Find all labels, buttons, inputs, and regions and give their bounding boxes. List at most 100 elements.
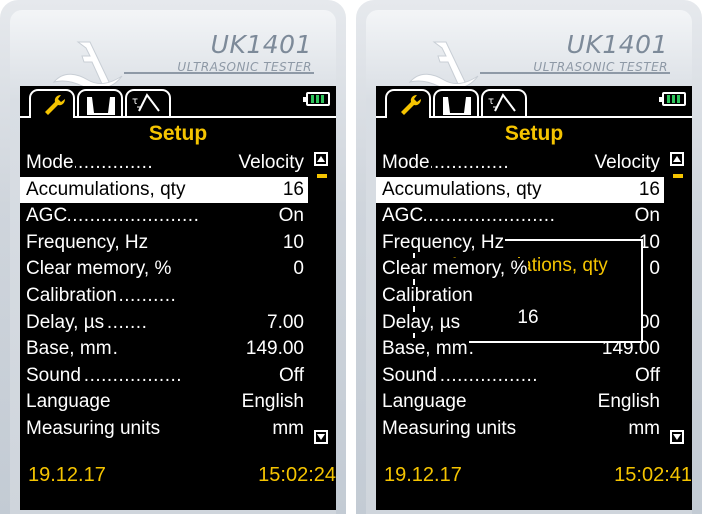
- scroll-down-button[interactable]: [314, 430, 328, 444]
- menu-item-delay[interactable]: .....................Delay, µs7.00: [20, 309, 308, 337]
- menu-label: Clear memory, %: [382, 258, 529, 280]
- menu-value: 16: [637, 176, 660, 204]
- menu-value: Off: [278, 362, 304, 390]
- menu-label: Sound: [382, 364, 438, 386]
- menu-label: Frequency, Hz: [26, 231, 150, 253]
- menu-label: Base, mm: [26, 338, 113, 360]
- menu-label: Clear memory, %: [26, 258, 173, 280]
- tab-baseline-gap: [387, 116, 429, 118]
- status-date: 19.12.17: [28, 464, 106, 486]
- time-probe-icon: τ: [488, 93, 516, 112]
- menu-value: mm: [627, 415, 660, 443]
- menu-label: Mode: [26, 152, 75, 173]
- wrench-icon: [401, 95, 421, 115]
- menu-item-accumulations[interactable]: ..........Accumulations, qty16: [376, 176, 664, 204]
- menu-value: 0: [648, 256, 660, 283]
- menu-label: Delay, µs: [26, 311, 106, 333]
- menu-item-clear-memory[interactable]: ............Clear memory, %0: [20, 256, 308, 283]
- status-bar: 19.12.17 15:02:41: [376, 460, 692, 490]
- lcd-screen: τ Setup ...................... Mode Veloci…: [20, 86, 336, 510]
- tab-bar: τ: [20, 86, 336, 118]
- menu-item-agc[interactable]: .............................. AGC On: [376, 203, 664, 230]
- scrollbar[interactable]: [314, 152, 330, 444]
- battery-icon: [659, 92, 686, 106]
- arrow-up-icon: [673, 156, 681, 162]
- device-left: UK1401 ULTRASONIC TESTER τ Setup .......…: [0, 0, 346, 514]
- svg-text:τ: τ: [132, 96, 138, 107]
- menu-item-sound[interactable]: ........................... Sound Off: [20, 362, 308, 390]
- menu-label: Sound: [26, 364, 82, 386]
- menu-value: 7.00: [266, 309, 304, 337]
- menu-value: 16: [281, 176, 304, 204]
- menu-item-mode[interactable]: ...................... Mode Velocity: [376, 150, 664, 177]
- menu-value: Velocity: [237, 150, 304, 177]
- tab-time-probe[interactable]: τ: [125, 89, 171, 117]
- setup-menu: ......................ModeVelocity .....…: [20, 150, 308, 443]
- brand-block: UK1401 ULTRASONIC TESTER: [533, 30, 668, 75]
- menu-label: AGC: [26, 205, 69, 227]
- menu-label: Calibration: [382, 284, 474, 306]
- menu-label: Delay, µs: [382, 311, 462, 333]
- menu-item-agc[interactable]: .............................. AGC On: [20, 203, 308, 230]
- scroll-up-button[interactable]: [314, 152, 328, 166]
- scroll-thumb[interactable]: [317, 174, 327, 178]
- waveform-icon: [443, 97, 471, 115]
- tab-waveform[interactable]: [433, 89, 479, 117]
- status-date: 19.12.17: [384, 464, 462, 486]
- menu-label: Frequency, Hz: [382, 231, 506, 253]
- scroll-up-button[interactable]: [670, 152, 684, 166]
- menu-label: Base, mm: [382, 338, 469, 360]
- status-time: 15:02:41: [614, 464, 692, 486]
- scrollbar[interactable]: [670, 152, 686, 444]
- status-bar: 19.12.17 15:02:24: [20, 460, 336, 490]
- lcd-screen: τ Setup ...................... Mode Veloci…: [376, 86, 692, 510]
- arrow-up-icon: [317, 156, 325, 162]
- wrench-icon: [45, 95, 65, 115]
- menu-item-measuring-units[interactable]: ...........Measuring unitsmm: [20, 415, 308, 443]
- menu-item-measuring-units[interactable]: ...........Measuring unitsmm: [376, 415, 664, 443]
- brand-logo-icon: [52, 41, 123, 90]
- arrow-down-icon: [317, 434, 325, 440]
- menu-label: Accumulations, qty: [26, 178, 187, 200]
- menu-value: English: [596, 389, 660, 416]
- model-name: UK1401: [566, 30, 668, 59]
- menu-value: Off: [634, 362, 660, 390]
- scroll-thumb[interactable]: [673, 174, 683, 178]
- menu-value: On: [633, 203, 660, 230]
- waveform-icon: [87, 97, 115, 115]
- menu-label: Language: [26, 391, 112, 413]
- menu-label: Calibration: [26, 284, 118, 306]
- menu-item-frequency[interactable]: ...............Frequency, Hz10: [20, 229, 308, 257]
- menu-item-accumulations[interactable]: ..........Accumulations, qty16: [20, 176, 308, 204]
- tab-time-probe[interactable]: τ: [481, 89, 527, 117]
- status-time: 15:02:24: [258, 464, 336, 486]
- arrow-down-icon: [673, 434, 681, 440]
- menu-item-calibration[interactable]: ..........................Calibration: [20, 283, 308, 310]
- menu-value: English: [240, 389, 304, 416]
- brand-logo-icon: [408, 41, 479, 90]
- menu-item-sound[interactable]: ........................... Sound Off: [376, 362, 664, 390]
- brand-divider: [480, 72, 670, 74]
- menu-item-language[interactable]: ...............LanguageEnglish: [20, 389, 308, 416]
- menu-label: Measuring units: [382, 417, 518, 439]
- scroll-down-button[interactable]: [670, 430, 684, 444]
- battery-icon: [303, 92, 330, 106]
- tab-setup[interactable]: [29, 89, 75, 117]
- menu-label: Measuring units: [26, 417, 162, 439]
- menu-item-mode[interactable]: ...................... Mode Velocity: [20, 150, 308, 177]
- menu-label: Accumulations, qty: [382, 178, 543, 200]
- menu-item-base[interactable]: ................Base, mm149.00: [20, 336, 308, 363]
- menu-label: Language: [382, 391, 468, 413]
- menu-value: 10: [281, 229, 304, 257]
- menu-item-language[interactable]: ...............LanguageEnglish: [376, 389, 664, 416]
- tab-setup[interactable]: [385, 89, 431, 117]
- menu-value: 0: [292, 256, 304, 283]
- menu-value: mm: [271, 415, 304, 443]
- brand-block: UK1401 ULTRASONIC TESTER: [177, 32, 312, 75]
- menu-label: Mode: [382, 152, 431, 173]
- menu-value: Velocity: [593, 150, 660, 177]
- menu-value: On: [277, 203, 304, 230]
- device-right: UK1401 ULTRASONIC TESTER τ Setup .......…: [356, 0, 702, 514]
- brand-divider: [124, 72, 314, 74]
- tab-waveform[interactable]: [77, 89, 123, 117]
